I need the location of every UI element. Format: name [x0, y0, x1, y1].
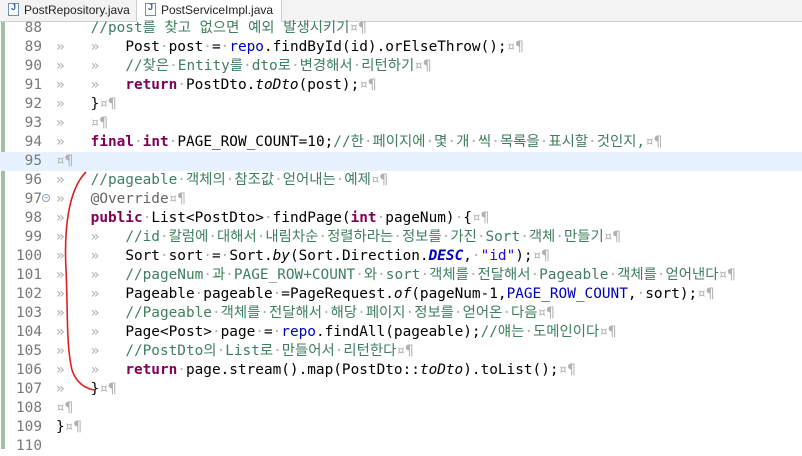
code-text: » » //id·칼럼에·대해서·내림차순·정렬하라는·정보를·가진·Sort·…: [56, 229, 622, 245]
code-text: » » //찾은·Entity를·dto로·변경해서·리턴하기¤¶: [56, 58, 432, 74]
line-number: 108: [16, 400, 42, 416]
code-text: » @Override¤¶: [56, 191, 186, 207]
code-text: » » Post·post·=·repo.findById(id).orElse…: [56, 39, 524, 55]
line-number: 110: [16, 438, 42, 454]
line-number: 90: [24, 58, 42, 74]
code-text: » » //PostDto의·List로·만들어서·리턴한다¤¶: [56, 343, 414, 359]
line-number: 100: [16, 248, 42, 264]
code-line-96[interactable]: 96 » //pageable·객체의·참조값·얻어내는·예제¤¶: [0, 171, 802, 190]
line-number: 97: [24, 191, 42, 207]
code-text: » » return·page.stream().map(PostDto::to…: [56, 362, 576, 378]
line-number: 106: [16, 362, 42, 378]
line-number: 107: [16, 381, 42, 397]
tab-label: PostServiceImpl.java: [161, 3, 274, 17]
line-number: 94: [24, 134, 42, 150]
code-line-103[interactable]: 103 » » //Pageable·객체를·전달해서·해당·페이지·정보를·얻어…: [0, 304, 802, 323]
line-number: 91: [24, 77, 42, 93]
code-text: » }¤¶: [56, 381, 117, 397]
line-number: 88: [24, 20, 42, 36]
code-text: » }¤¶: [56, 96, 117, 112]
code-text: » » //pageNum·과·PAGE_ROW+COUNT·와·sort·객체…: [56, 267, 736, 283]
java-file-icon: [145, 2, 156, 16]
code-line-109[interactable]: 109 }¤¶: [0, 418, 802, 437]
line-number: 103: [16, 305, 42, 321]
code-line-107[interactable]: 107 » }¤¶: [0, 380, 802, 399]
code-text: » » //Pageable·객체를·전달해서·해당·페이지·정보를·얻어온·다…: [56, 305, 555, 321]
line-number: 92: [24, 96, 42, 112]
line-number: 99: [24, 229, 42, 245]
line-number: 96: [24, 172, 42, 188]
code-line-99[interactable]: 99 » » //id·칼럼에·대해서·내림차순·정렬하라는·정보를·가진·Sor…: [0, 228, 802, 247]
code-line-94[interactable]: 94 » final·int·PAGE_ROW_COUNT=10;//한·페이지에…: [0, 133, 802, 152]
java-file-icon: [8, 2, 19, 16]
code-text: » //pageable·객체의·참조값·얻어내는·예제¤¶: [56, 172, 389, 188]
code-text: //post를 찾고 없으면 예외 발생시키기¤¶: [90, 20, 367, 36]
line-number: 102: [16, 286, 42, 302]
code-text: » » Page<Post>·page·=·repo.findAll(pagea…: [56, 324, 617, 340]
code-line-110[interactable]: 110: [0, 437, 802, 456]
code-editor[interactable]: 88 //post를 찾고 없으면 예외 발생시키기¤¶ 89» » Post·p…: [0, 19, 802, 454]
code-text: » » return·PostDto.toDto(post);¤¶: [56, 77, 377, 93]
tab-postrepository[interactable]: PostRepository.java: [8, 0, 130, 21]
line-number: 93: [24, 115, 42, 131]
code-line-90[interactable]: 90 » » //찾은·Entity를·dto로·변경해서·리턴하기¤¶: [0, 57, 802, 76]
code-line-92[interactable]: 92 » }¤¶: [0, 95, 802, 114]
code-text: }¤¶: [56, 419, 82, 435]
code-text: » ¤¶: [56, 115, 108, 131]
code-text: » final·int·PAGE_ROW_COUNT=10;//한·페이지에·몇…: [56, 134, 663, 150]
code-line-106[interactable]: 106 » » return·page.stream().map(PostDto:…: [0, 361, 802, 380]
code-line-101[interactable]: 101 » » //pageNum·과·PAGE_ROW+COUNT·와·sort…: [0, 266, 802, 285]
code-text: » » Pageable·pageable·=PageRequest.of(pa…: [56, 286, 715, 302]
code-line-104[interactable]: 104 » » Page<Post>·page·=·repo.findAll(pa…: [0, 323, 802, 342]
fold-toggle-icon[interactable]: −: [42, 194, 50, 202]
code-line-98[interactable]: 98 » public·List<PostDto>·findPage(int·pa…: [0, 209, 802, 228]
tab-label: PostRepository.java: [24, 3, 130, 17]
line-number: 105: [16, 343, 42, 359]
code-line-105[interactable]: 105 » » //PostDto의·List로·만들어서·리턴한다¤¶: [0, 342, 802, 361]
code-line-91[interactable]: 91 » » return·PostDto.toDto(post);¤¶: [0, 76, 802, 95]
code-line-93[interactable]: 93 » ¤¶: [0, 114, 802, 133]
code-text: ¤¶: [56, 400, 74, 416]
code-text: » public·List<PostDto>·findPage(int·page…: [56, 210, 490, 226]
code-text: » » Sort·sort·=·Sort.by(Sort.Direction.D…: [56, 248, 550, 264]
line-number: 104: [16, 324, 42, 340]
line-number: 109: [16, 419, 42, 435]
code-line-95[interactable]: 95 ¤¶: [0, 152, 802, 171]
code-line-102[interactable]: 102 » » Pageable·pageable·=PageRequest.of…: [0, 285, 802, 304]
code-line-89[interactable]: 89 » » Post·post·=·repo.findById(id).orEl…: [0, 38, 802, 57]
line-number: 95: [24, 153, 42, 169]
line-number: 98: [24, 210, 42, 226]
code-text: ¤¶: [56, 153, 74, 169]
line-number: 101: [16, 267, 42, 283]
code-line-100[interactable]: 100 » » Sort·sort·=·Sort.by(Sort.Directio…: [0, 247, 802, 266]
code-line-97[interactable]: 97−» @Override¤¶: [0, 190, 802, 209]
code-line-88[interactable]: 88 //post를 찾고 없으면 예외 발생시키기¤¶: [0, 19, 802, 38]
line-number: 89: [24, 39, 42, 55]
code-line-108[interactable]: 108 ¤¶: [0, 399, 802, 418]
